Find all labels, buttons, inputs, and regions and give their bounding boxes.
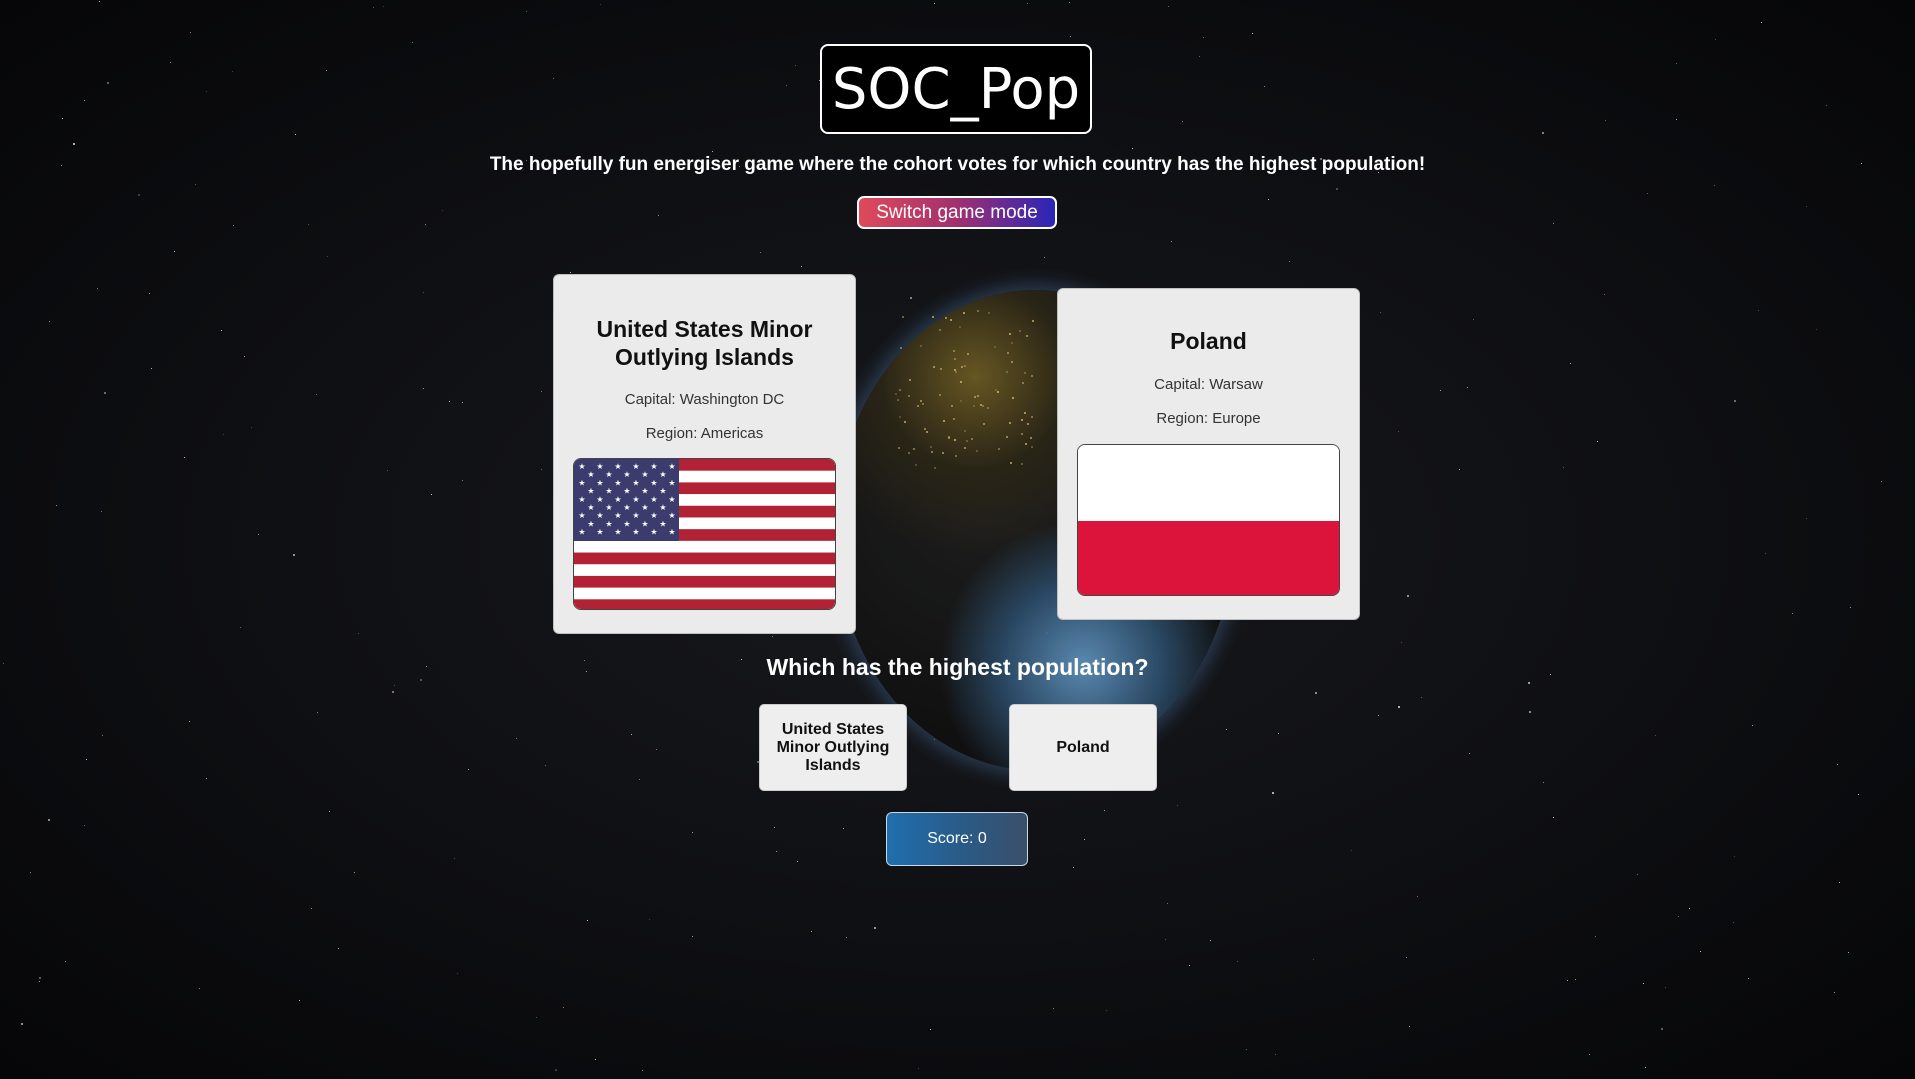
svg-text:★: ★ — [578, 511, 585, 520]
country-card-left: United States Minor Outlying Islands Cap… — [553, 274, 856, 634]
svg-text:★: ★ — [578, 462, 585, 471]
svg-text:★: ★ — [614, 511, 621, 520]
svg-text:★: ★ — [659, 470, 666, 479]
poland-flag-icon — [1077, 444, 1340, 596]
svg-text:★: ★ — [596, 495, 603, 504]
country-region: Region: Americas — [645, 425, 764, 442]
country-capital: Capital: Warsaw — [1154, 376, 1263, 393]
svg-text:★: ★ — [650, 495, 657, 504]
svg-text:★: ★ — [650, 478, 657, 487]
svg-text:★: ★ — [632, 495, 639, 504]
svg-text:★: ★ — [587, 519, 594, 528]
svg-text:★: ★ — [650, 528, 657, 537]
svg-text:★: ★ — [605, 519, 612, 528]
title-box: SOC_Pop — [820, 44, 1092, 134]
country-name: Poland — [1170, 328, 1247, 354]
svg-text:★: ★ — [623, 487, 630, 496]
svg-text:★: ★ — [659, 487, 666, 496]
choice-button-left[interactable]: United States Minor Outlying Islands — [759, 704, 907, 791]
svg-text:★: ★ — [641, 519, 648, 528]
svg-text:★: ★ — [578, 495, 585, 504]
svg-text:★: ★ — [632, 462, 639, 471]
svg-text:★: ★ — [641, 470, 648, 479]
country-name: United States Minor Outlying Islands — [596, 316, 813, 370]
svg-text:★: ★ — [623, 519, 630, 528]
svg-text:★: ★ — [623, 503, 630, 512]
country-capital: Capital: Washington DC — [624, 391, 785, 408]
svg-text:★: ★ — [641, 487, 648, 496]
us-flag-icon: ★ ★ ★ ★ ★ ★ ★ ★ ★ ★ ★ ★ ★ ★ ★ ★ ★ ★ ★ ★ ★ ★ ★ ★ ★ ★ ★ ★ ★ ★ ★ ★ ★ ★ ★ ★ ★ ★ ★ ★… — [573, 458, 836, 610]
svg-text:★: ★ — [578, 478, 585, 487]
svg-text:★: ★ — [668, 528, 675, 537]
app-title: SOC_Pop — [831, 56, 1081, 122]
choice-button-right[interactable]: Poland — [1009, 704, 1157, 791]
svg-text:★: ★ — [614, 478, 621, 487]
svg-text:★: ★ — [623, 470, 630, 479]
svg-text:★: ★ — [587, 470, 594, 479]
svg-text:★: ★ — [614, 528, 621, 537]
score-badge: Score: 0 — [886, 812, 1028, 866]
svg-text:★: ★ — [641, 503, 648, 512]
svg-text:★: ★ — [614, 495, 621, 504]
question-prompt: Which has the highest population? — [766, 654, 1149, 680]
country-card-right: Poland Capital: Warsaw Region: Europe — [1057, 288, 1360, 620]
svg-text:★: ★ — [596, 511, 603, 520]
svg-text:★: ★ — [659, 503, 666, 512]
game-page: SOC_Pop The hopefully fun energiser game… — [0, 0, 1915, 1079]
country-region: Region: Europe — [1156, 410, 1261, 427]
svg-text:★: ★ — [659, 519, 666, 528]
svg-text:★: ★ — [587, 503, 594, 512]
svg-text:★: ★ — [578, 528, 585, 537]
svg-text:★: ★ — [605, 470, 612, 479]
svg-text:★: ★ — [632, 478, 639, 487]
svg-text:★: ★ — [668, 478, 675, 487]
svg-text:★: ★ — [605, 503, 612, 512]
svg-text:★: ★ — [632, 511, 639, 520]
svg-text:★: ★ — [596, 462, 603, 471]
svg-text:★: ★ — [668, 462, 675, 471]
svg-text:★: ★ — [596, 528, 603, 537]
subtitle: The hopefully fun energiser game where t… — [489, 154, 1426, 175]
svg-text:★: ★ — [605, 487, 612, 496]
svg-text:★: ★ — [614, 462, 621, 471]
svg-text:★: ★ — [632, 528, 639, 537]
switch-game-mode-button[interactable]: Switch game mode — [857, 196, 1057, 229]
svg-text:★: ★ — [587, 487, 594, 496]
svg-text:★: ★ — [668, 495, 675, 504]
svg-text:★: ★ — [668, 511, 675, 520]
svg-text:★: ★ — [596, 478, 603, 487]
svg-text:★: ★ — [650, 511, 657, 520]
svg-text:★: ★ — [650, 462, 657, 471]
